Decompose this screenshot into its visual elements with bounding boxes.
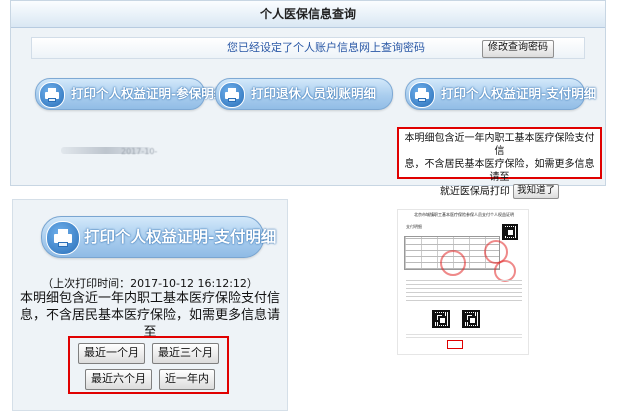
qr-code-icon xyxy=(462,310,480,328)
printer-icon xyxy=(409,82,435,108)
certificate-footer-text xyxy=(406,334,522,340)
query-panel: 个人医保信息查询 您已经设定了个人账户信息网上查询密码 修改查询密码 打印个人权… xyxy=(10,0,606,199)
print-retiree-account-button[interactable]: 打印退休人员划账明细 xyxy=(215,78,393,110)
print-payment-detail-button-large[interactable]: 打印个人权益证明-支付明细 xyxy=(41,216,276,258)
callout-line-2: 息，不含居民基本医疗保险，如需更多信息请至 xyxy=(404,159,595,183)
callout-line-3: 就近医保局打印 xyxy=(439,186,510,198)
print-insured-detail-label: 打印个人权益证明-参保明细 xyxy=(71,86,227,101)
qr-code-icon xyxy=(432,310,450,328)
blurred-print-date: 2017-10- xyxy=(121,147,158,156)
print-retiree-account-label: 打印退休人员划账明细 xyxy=(251,86,377,101)
printer-icon xyxy=(46,221,80,255)
qr-code-icon xyxy=(502,224,518,240)
certificate-highlight-box xyxy=(447,340,463,349)
printer-icon xyxy=(39,82,65,108)
range-last-six-months-button[interactable]: 最近六个月 xyxy=(85,369,152,390)
print-payment-detail-button[interactable]: 打印个人权益证明-支付明细 xyxy=(405,78,596,110)
last-print-time: （上次打印时间：2017-10-12 16:12:12） xyxy=(42,277,258,290)
printer-icon xyxy=(219,82,245,108)
change-password-button[interactable]: 修改查询密码 xyxy=(482,40,554,58)
certificate-body-text xyxy=(406,278,522,304)
acknowledge-button[interactable]: 我知道了 xyxy=(513,184,560,199)
range-last-month-button[interactable]: 最近一个月 xyxy=(78,343,145,364)
certificate-subtitle: 支付明细 xyxy=(406,224,422,229)
print-insured-detail-button[interactable]: 打印个人权益证明-参保明细 xyxy=(35,78,226,110)
range-last-year-button[interactable]: 近一年内 xyxy=(159,369,215,390)
password-notice-row: 您已经设定了个人账户信息网上查询密码 修改查询密码 xyxy=(31,37,585,59)
printed-certificate-preview: 北京市城镇职工基本医疗保险参保人员支付个人权益证明 支付明细 xyxy=(397,209,529,355)
print-payment-detail-label: 打印个人权益证明-支付明细 xyxy=(441,86,597,101)
page-title: 个人医保信息查询 xyxy=(11,1,605,28)
payment-detail-notice-callout: 本明细包含近一年内职工基本医疗保险支付信 息，不含居民基本医疗保险，如需更多信息… xyxy=(397,127,602,199)
password-notice-text: 您已经设定了个人账户信息网上查询密码 xyxy=(227,41,425,54)
range-last-three-months-button[interactable]: 最近三个月 xyxy=(152,343,219,364)
callout-line-1: 本明细包含近一年内职工基本医疗保险支付信 xyxy=(404,133,595,157)
seal-stamp-icon xyxy=(440,250,466,276)
description-line-1: 本明细包含近一年内职工基本医疗保险支付信 xyxy=(19,291,280,306)
date-range-options: 最近一个月 最近三个月 最近六个月 近一年内 xyxy=(68,336,229,394)
certificate-title: 北京市城镇职工基本医疗保险参保人员支付个人权益证明 xyxy=(414,212,514,217)
print-payment-detail-large-label: 打印个人权益证明-支付明细 xyxy=(84,227,277,246)
